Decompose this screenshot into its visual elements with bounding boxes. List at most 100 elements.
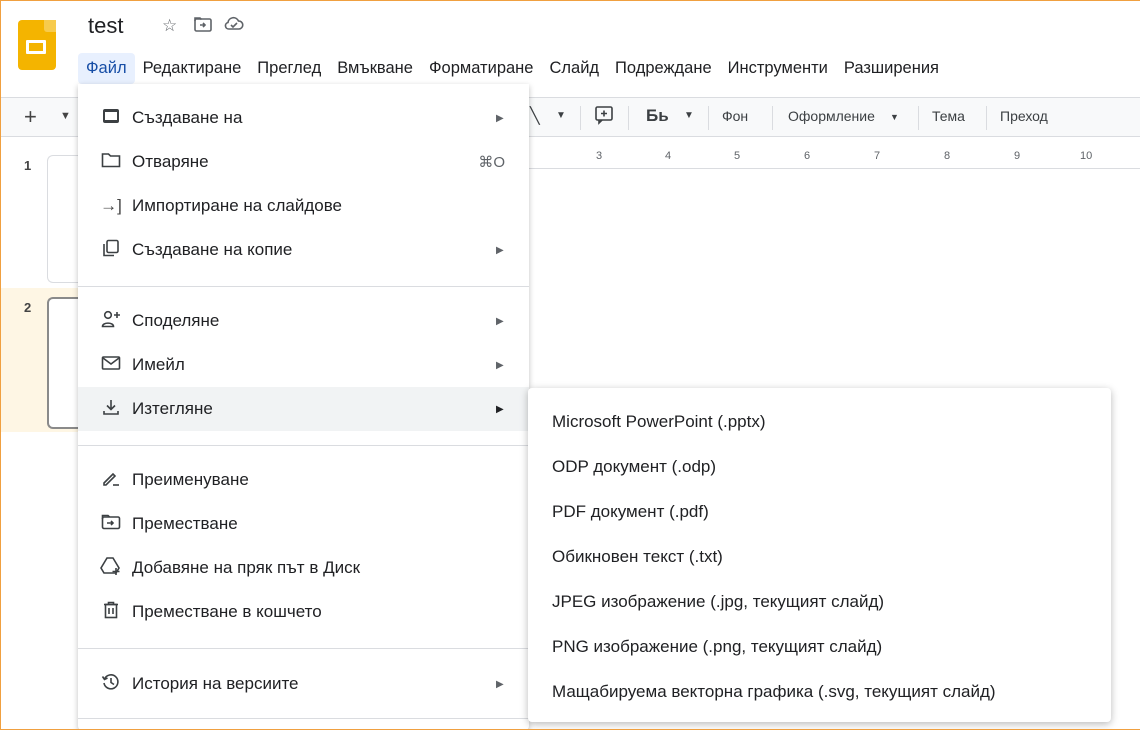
menu-item-label: Преименуване	[132, 470, 249, 489]
download-option-label: JPEG изображение (.jpg, текущият слайд)	[552, 592, 885, 611]
ruler-tick-label: 6	[804, 150, 811, 162]
menu-item-make-copy[interactable]: Създаване на копие ▶	[78, 228, 529, 272]
menu-edit[interactable]: Редактиране	[135, 53, 250, 84]
folder-open-icon	[100, 152, 122, 173]
submenu-arrow-icon: ▶	[496, 403, 504, 415]
ruler-tick-label: 3	[596, 150, 603, 162]
document-title[interactable]: test	[88, 13, 123, 39]
download-option-label: PNG изображение (.png, текущият слайд)	[552, 637, 883, 656]
move-icon	[100, 514, 122, 535]
menu-insert[interactable]: Вмъкване	[329, 53, 421, 84]
download-option-odp[interactable]: ODP документ (.odp)	[528, 445, 1111, 489]
download-submenu: Microsoft PowerPoint (.pptx) ODP докумен…	[528, 388, 1111, 722]
menu-file[interactable]: Файл	[78, 52, 135, 84]
menu-divider	[78, 445, 529, 446]
star-icon[interactable]: ☆	[162, 16, 177, 36]
ruler-tick-label: 4	[665, 150, 672, 162]
menu-item-download[interactable]: Изтегляне ▶	[78, 387, 529, 431]
input-tools-icon[interactable]: Бь	[646, 106, 669, 126]
move-to-folder-icon[interactable]	[194, 16, 212, 37]
ruler-tick-label: 5	[734, 150, 741, 162]
menu-item-label: Създаване на копие	[132, 240, 293, 259]
ruler-tick-label: 8	[944, 150, 951, 162]
menu-item-label: История на версиите	[132, 674, 299, 693]
version-history-icon	[100, 672, 122, 697]
menu-item-open[interactable]: Отваряне ⌘O	[78, 140, 529, 184]
file-menu: Създаване на ▶ Отваряне ⌘O →] Импортиран…	[78, 84, 529, 730]
menu-divider	[78, 718, 529, 719]
download-option-label: Microsoft PowerPoint (.pptx)	[552, 412, 766, 431]
download-option-pptx[interactable]: Microsoft PowerPoint (.pptx)	[528, 400, 1111, 444]
menu-item-label: Изтегляне	[132, 399, 213, 418]
menu-item-rename[interactable]: Преименуване	[78, 458, 529, 502]
share-icon	[100, 310, 122, 333]
submenu-arrow-icon: ▶	[496, 678, 504, 690]
download-option-txt[interactable]: Обикновен текст (.txt)	[528, 535, 1111, 579]
download-option-jpg[interactable]: JPEG изображение (.jpg, текущият слайд)	[528, 580, 1111, 624]
menu-item-move[interactable]: Преместване	[78, 502, 529, 546]
menu-item-email[interactable]: Имейл ▶	[78, 343, 529, 387]
horizontal-ruler: 3 4 5 6 7 8 9 10	[528, 148, 1140, 169]
line-tool-caret-icon[interactable]: ▼	[556, 110, 566, 121]
menu-item-label: Преместване в кошчето	[132, 602, 322, 621]
download-icon	[100, 398, 122, 421]
slide-number: 1	[24, 158, 32, 173]
copy-icon	[100, 239, 122, 262]
menu-item-label: Отваряне	[132, 152, 209, 171]
download-option-label: Мащабируема векторна графика (.svg, теку…	[552, 682, 996, 701]
menubar: Файл Редактиране Преглед Вмъкване Формат…	[78, 51, 947, 85]
menu-tools[interactable]: Инструменти	[720, 53, 836, 84]
line-tool-icon[interactable]: ╲	[530, 106, 540, 126]
menu-item-new[interactable]: Създаване на ▶	[78, 96, 529, 140]
menu-item-share[interactable]: Споделяне ▶	[78, 299, 529, 343]
menu-extensions[interactable]: Разширения	[836, 53, 947, 84]
menu-divider	[78, 648, 529, 649]
menu-slide[interactable]: Слайд	[541, 53, 607, 84]
submenu-arrow-icon: ▶	[496, 112, 504, 124]
cloud-saved-icon[interactable]	[224, 16, 244, 37]
ruler-tick-label: 7	[874, 150, 881, 162]
menu-item-version-history[interactable]: История на версиите ▶	[78, 662, 529, 706]
layout-caret-icon[interactable]: ▼	[890, 112, 899, 122]
layout-button[interactable]: Оформление	[788, 108, 875, 124]
rename-icon	[100, 469, 122, 492]
ruler-tick-label: 10	[1080, 150, 1093, 162]
email-icon	[100, 355, 122, 376]
menu-divider	[78, 286, 529, 287]
menu-item-shortcut: ⌘O	[478, 154, 505, 171]
slide-number: 2	[24, 300, 32, 315]
menu-item-label: Имейл	[132, 355, 185, 374]
ruler-tick-label: 9	[1014, 150, 1021, 162]
background-button[interactable]: Фон	[722, 108, 748, 124]
download-option-png[interactable]: PNG изображение (.png, текущият слайд)	[528, 625, 1111, 669]
download-option-svg[interactable]: Мащабируема векторна графика (.svg, теку…	[528, 670, 1111, 714]
new-slide-layout-caret-icon[interactable]: ▼	[60, 110, 71, 122]
download-option-label: PDF документ (.pdf)	[552, 502, 709, 521]
slides-logo[interactable]	[18, 20, 56, 70]
menu-item-move-to-trash[interactable]: Преместване в кошчето	[78, 590, 529, 634]
trash-icon	[100, 601, 122, 624]
transition-button[interactable]: Преход	[1000, 108, 1048, 124]
menu-view[interactable]: Преглед	[249, 53, 329, 84]
input-tools-caret-icon[interactable]: ▼	[684, 110, 694, 121]
menu-item-label: Импортиране на слайдове	[132, 196, 343, 215]
download-option-pdf[interactable]: PDF документ (.pdf)	[528, 490, 1111, 534]
menu-item-add-shortcut-drive[interactable]: Добавяне на пряк път в Диск	[78, 546, 529, 590]
theme-button[interactable]: Тема	[932, 108, 965, 124]
drive-shortcut-icon	[100, 556, 122, 581]
menu-item-label: Добавяне на пряк път в Диск	[132, 558, 361, 577]
menu-format[interactable]: Форматиране	[421, 53, 541, 84]
submenu-arrow-icon: ▶	[496, 244, 504, 256]
download-option-label: Обикновен текст (.txt)	[552, 547, 723, 566]
menu-item-label: Създаване на	[132, 108, 243, 127]
menu-item-import-slides[interactable]: →] Импортиране на слайдове	[78, 184, 529, 228]
menu-arrange[interactable]: Подреждане	[607, 53, 720, 84]
add-comment-icon[interactable]	[594, 105, 614, 128]
submenu-arrow-icon: ▶	[496, 359, 504, 371]
new-slide-button[interactable]: +	[24, 104, 37, 130]
menu-item-label: Споделяне	[132, 311, 220, 330]
download-option-label: ODP документ (.odp)	[552, 457, 717, 476]
new-slides-icon	[100, 108, 122, 129]
menu-item-label: Преместване	[132, 514, 238, 533]
import-icon: →]	[100, 196, 122, 215]
